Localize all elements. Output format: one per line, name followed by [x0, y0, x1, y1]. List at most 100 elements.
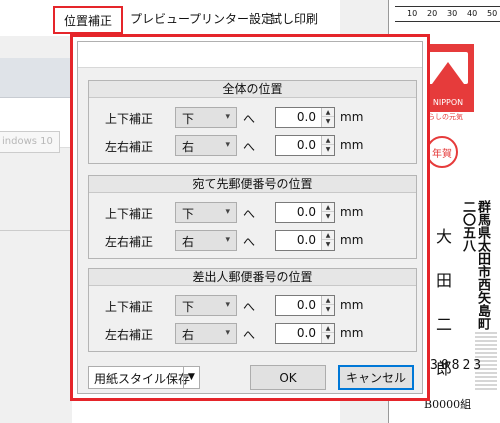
- spin-up-icon[interactable]: ▲: [322, 324, 334, 333]
- position-correction-dialog: 全体の位置 上下補正 下 ▾ へ 0.0 ▲ ▼ mm 左右補正 右 ▾ へ 0…: [70, 34, 430, 401]
- spin-up-icon[interactable]: ▲: [322, 296, 334, 305]
- menu-position-correction[interactable]: 位置補正: [53, 6, 123, 34]
- spin-down-icon[interactable]: ▼: [322, 333, 334, 342]
- vertical-correction-row: 上下補正 下 ▾ へ 0.0 ▲ ▼ mm: [89, 294, 416, 318]
- direction-suffix: へ: [243, 328, 256, 342]
- chevron-down-icon: ▾: [225, 112, 230, 122]
- direction-value: 下: [182, 112, 195, 126]
- row-label: 左右補正: [105, 140, 154, 154]
- dialog-body: 全体の位置 上下補正 下 ▾ へ 0.0 ▲ ▼ mm 左右補正 右 ▾ へ 0…: [77, 41, 423, 394]
- recipient-name: 大田二郎: [433, 228, 452, 404]
- offset-spinbox[interactable]: 0.0 ▲ ▼: [275, 230, 335, 251]
- ruler-tick: 30: [447, 9, 458, 18]
- horizontal-correction-row: 左右補正 右 ▾ へ 0.0 ▲ ▼ mm: [89, 229, 416, 253]
- row-label: 左右補正: [105, 328, 154, 342]
- spin-buttons: ▲ ▼: [321, 203, 334, 222]
- spin-buttons: ▲ ▼: [321, 324, 334, 343]
- spin-down-icon[interactable]: ▼: [322, 212, 334, 221]
- menu-printer-settings[interactable]: プリンター設定: [189, 10, 273, 27]
- ruler-tick: 50: [487, 9, 498, 18]
- menu-bar: 位置補正 プレビュー プリンター設定 試し印刷: [0, 0, 340, 36]
- direction-select[interactable]: 右 ▾: [175, 135, 237, 156]
- spin-down-icon[interactable]: ▼: [322, 117, 334, 126]
- row-label: 上下補正: [105, 207, 154, 221]
- offset-spinbox[interactable]: 0.0 ▲ ▼: [275, 295, 335, 316]
- direction-select[interactable]: 右 ▾: [175, 230, 237, 251]
- vertical-correction-row: 上下補正 下 ▾ へ 0.0 ▲ ▼ mm: [89, 201, 416, 225]
- offset-spinbox[interactable]: 0.0 ▲ ▼: [275, 135, 335, 156]
- stamp-image: [428, 52, 468, 84]
- chevron-down-icon: ▾: [225, 328, 230, 338]
- direction-suffix: へ: [243, 112, 256, 126]
- direction-suffix: へ: [243, 300, 256, 314]
- unit-label: mm: [340, 298, 364, 312]
- paper-style-save-label: 用紙スタイル保存: [94, 372, 191, 386]
- chevron-down-icon[interactable]: ▼: [183, 367, 199, 388]
- spin-down-icon[interactable]: ▼: [322, 240, 334, 249]
- nenga-seal: 年賀: [426, 136, 458, 168]
- spin-buttons: ▲ ▼: [321, 296, 334, 315]
- recipient-address: 群馬県太田市西矢島町二〇五八: [460, 200, 490, 330]
- direction-suffix: へ: [243, 235, 256, 249]
- offset-value: 0.0: [296, 233, 316, 247]
- direction-select[interactable]: 下 ▾: [175, 107, 237, 128]
- offset-spinbox[interactable]: 0.0 ▲ ▼: [275, 323, 335, 344]
- spin-down-icon[interactable]: ▼: [322, 145, 334, 154]
- offset-spinbox[interactable]: 0.0 ▲ ▼: [275, 202, 335, 223]
- group-title: 差出人郵便番号の位置: [89, 269, 416, 286]
- chevron-down-icon: ▾: [225, 140, 230, 150]
- horizontal-correction-row: 左右補正 右 ▾ へ 0.0 ▲ ▼ mm: [89, 134, 416, 158]
- unit-label: mm: [340, 138, 364, 152]
- ruler: 10 20 30 40 50: [395, 6, 500, 22]
- direction-suffix: へ: [243, 140, 256, 154]
- spin-up-icon[interactable]: ▲: [322, 231, 334, 240]
- spin-buttons: ▲ ▼: [321, 231, 334, 250]
- menu-preview[interactable]: プレビュー: [130, 10, 190, 27]
- spin-down-icon[interactable]: ▼: [322, 305, 334, 314]
- unit-label: mm: [340, 233, 364, 247]
- spin-up-icon[interactable]: ▲: [322, 203, 334, 212]
- dialog-titlebar[interactable]: [78, 42, 422, 68]
- ruler-tick: 40: [467, 9, 478, 18]
- direction-value: 下: [182, 300, 195, 314]
- ok-button[interactable]: OK: [250, 365, 326, 390]
- direction-select[interactable]: 下 ▾: [175, 295, 237, 316]
- offset-value: 0.0: [296, 138, 316, 152]
- spin-up-icon[interactable]: ▲: [322, 108, 334, 117]
- direction-value: 右: [182, 235, 195, 249]
- offset-value: 0.0: [296, 205, 316, 219]
- offset-spinbox[interactable]: 0.0 ▲ ▼: [275, 107, 335, 128]
- direction-value: 下: [182, 207, 195, 221]
- cancel-button[interactable]: キャンセル: [338, 365, 414, 390]
- left-panel: indows 10: [0, 36, 72, 423]
- spin-buttons: ▲ ▼: [321, 136, 334, 155]
- os-field[interactable]: indows 10: [0, 131, 60, 153]
- lot-number: B0000組: [424, 398, 472, 411]
- vertical-correction-row: 上下補正 下 ▾ へ 0.0 ▲ ▼ mm: [89, 106, 416, 130]
- spin-up-icon[interactable]: ▲: [322, 136, 334, 145]
- ruler-tick: 10: [407, 9, 418, 18]
- direction-value: 右: [182, 140, 195, 154]
- row-label: 左右補正: [105, 235, 154, 249]
- row-label: 上下補正: [105, 300, 154, 314]
- horizontal-correction-row: 左右補正 右 ▾ へ 0.0 ▲ ▼ mm: [89, 322, 416, 346]
- direction-value: 右: [182, 328, 195, 342]
- group-title: 宛て先郵便番号の位置: [89, 176, 416, 193]
- paper-style-save-button[interactable]: 用紙スタイル保存 ▼: [88, 366, 200, 389]
- stamp-text: NIPPON: [432, 98, 464, 107]
- sender-postal-code: 30823: [430, 358, 485, 373]
- divider: [0, 230, 72, 231]
- group-sender-postal-position: 差出人郵便番号の位置 上下補正 下 ▾ へ 0.0 ▲ ▼ mm 左右補正 右 …: [88, 268, 417, 352]
- offset-value: 0.0: [296, 110, 316, 124]
- unit-label: mm: [340, 110, 364, 124]
- ruler-tick: 20: [427, 9, 438, 18]
- unit-label: mm: [340, 326, 364, 340]
- menu-test-print[interactable]: 試し印刷: [270, 10, 318, 27]
- unit-label: mm: [340, 205, 364, 219]
- left-panel-header: [0, 58, 72, 98]
- mountain-icon: [432, 62, 464, 84]
- row-label: 上下補正: [105, 112, 154, 126]
- direction-suffix: へ: [243, 207, 256, 221]
- direction-select[interactable]: 下 ▾: [175, 202, 237, 223]
- direction-select[interactable]: 右 ▾: [175, 323, 237, 344]
